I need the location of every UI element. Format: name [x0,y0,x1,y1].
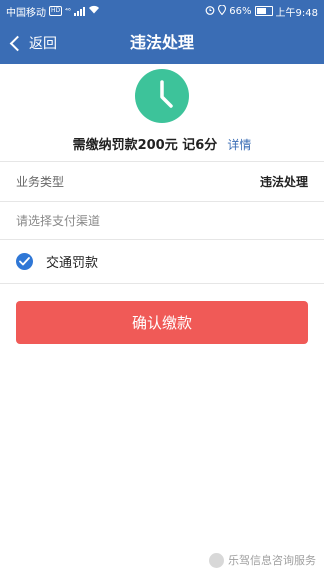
status-bar-left: 中国移动 HD ⁴⁶ [6,4,100,19]
status-bar: 中国移动 HD ⁴⁶ 66% 上午9:48 [0,0,324,22]
fine-amount-text: 需缴纳罚款200元 记6分 [72,138,218,153]
watermark-text: 乐驾信息咨询服务 [228,554,316,567]
business-type-label: 业务类型 [16,175,65,189]
details-link[interactable]: 详情 [227,138,251,152]
divider [0,283,324,284]
location-icon [218,3,227,18]
signal-icon [73,6,85,16]
wechat-icon [209,552,224,568]
payment-option-traffic-fine[interactable]: 交通罚款 [0,240,324,283]
business-type-value: 违法处理 [259,175,308,189]
business-type-row: 业务类型 违法处理 [0,162,324,201]
confirm-payment-button[interactable]: 确认缴款 [16,301,308,344]
payment-channel-hint: 请选择支付渠道 [16,214,101,228]
payment-option-label: 交通罚款 [46,256,99,271]
network-badge: HD [49,6,63,16]
alarm-icon [205,5,215,18]
watermark: 乐驾信息咨询服务 [209,552,316,568]
chevron-left-icon [9,35,26,51]
network-type: ⁴⁶ [65,7,71,15]
checkmark-icon[interactable] [16,253,33,270]
clock-icon [135,69,189,123]
status-bar-right: 66% 上午9:48 [205,3,318,19]
back-button[interactable]: 返回 [8,22,57,64]
carrier-name: 中国移动 [6,7,46,19]
fine-line: 需缴纳罚款200元 记6分 详情 [0,134,324,153]
battery-percent: 66% [229,5,252,17]
fine-summary: 需缴纳罚款200元 记6分 详情 [0,64,324,161]
status-time: 上午9:48 [275,7,318,19]
battery-icon [254,6,273,16]
wifi-icon [88,5,100,17]
back-label: 返回 [29,36,57,52]
nav-bar: 返回 违法处理 [0,22,324,64]
